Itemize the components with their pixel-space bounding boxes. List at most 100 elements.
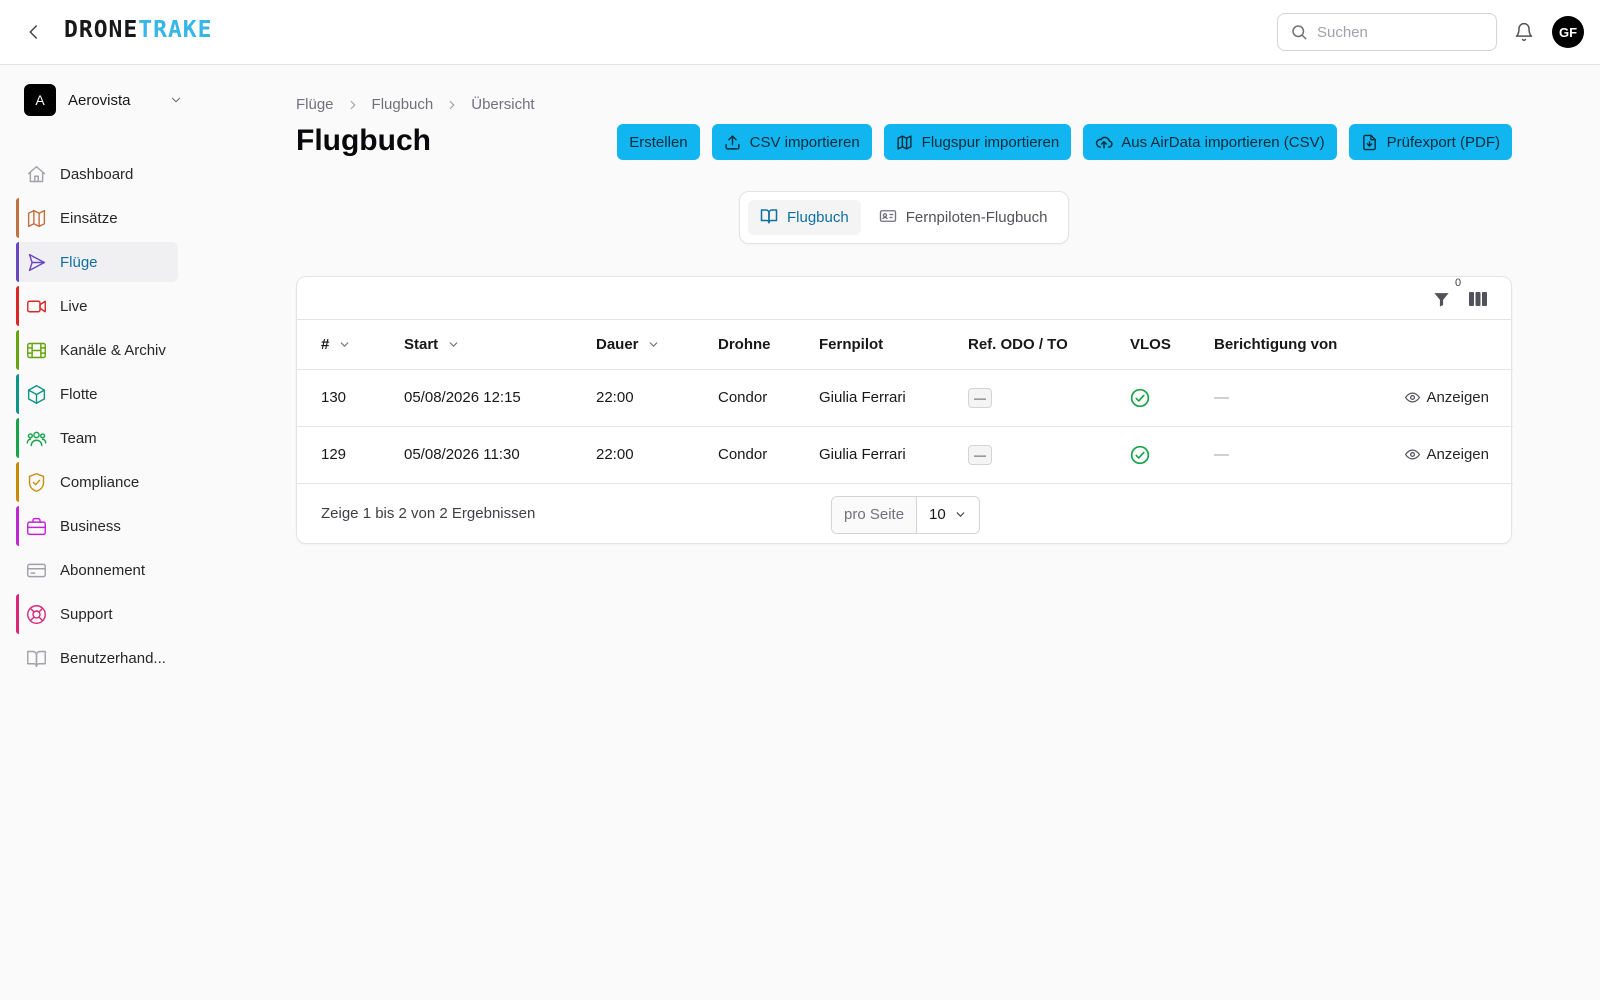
action-toolbar: Erstellen CSV importieren Flugspur impor… [617,124,1512,160]
breadcrumb: Flüge Flugbuch Übersicht [296,96,535,113]
audit-export-label: Prüfexport (PDF) [1386,133,1500,151]
breadcrumb-item-flightlog[interactable]: Flugbuch [372,96,434,113]
map-icon [25,207,47,229]
sidebar-item-flotte[interactable]: Flotte [16,374,178,414]
csv-import-button[interactable]: CSV importieren [711,124,872,160]
shield-check-icon [25,471,47,493]
sidebar-item-benutzerhand[interactable]: Benutzerhand... [16,638,178,678]
cell-start: 05/08/2026 11:30 [404,426,596,484]
table-toolbar: 0 [297,277,1511,320]
view-button[interactable]: Anzeigen [1373,389,1489,406]
video-icon [25,295,47,317]
cell-pilot: Giulia Ferrari [819,426,968,484]
tab-pilot-logbook[interactable]: Fernpiloten-Flugbuch [867,200,1060,235]
table-row[interactable]: 129 05/08/2026 11:30 22:00 Condor Giulia Fer… [297,426,1513,484]
tab-flugbuch[interactable]: Flugbuch [748,200,861,235]
nav-accent-bar [16,330,19,370]
chevron-right-icon [445,98,459,112]
sidebar-item-label: Dashboard [60,165,134,183]
org-switcher[interactable]: A Aerovista [24,84,184,116]
cell-id: 130 [297,369,404,427]
sidebar-item-flüge[interactable]: Flüge [16,242,178,282]
search-box[interactable] [1277,13,1497,51]
filter-button[interactable] [1431,289,1451,309]
cell-id: 129 [297,426,404,484]
flight-table: # Start Dauer Drohne Fernpilot Ref. ODO … [297,320,1513,484]
col-header-id[interactable]: # [297,320,404,370]
cell-correction: — [1214,369,1373,427]
track-import-button[interactable]: Flugspur importieren [883,124,1072,160]
cell-vlos [1130,426,1214,484]
table-row[interactable]: 130 05/08/2026 12:15 22:00 Condor Giulia Fer… [297,369,1513,427]
col-header-drone: Drohne [718,320,819,370]
notifications-button[interactable] [1512,20,1536,44]
create-button[interactable]: Erstellen [617,124,700,160]
columns-button[interactable] [1467,289,1489,309]
org-name: Aerovista [68,91,131,109]
audit-export-button[interactable]: Prüfexport (PDF) [1348,124,1512,160]
breadcrumb-item-flights[interactable]: Flüge [296,96,334,113]
back-button[interactable] [22,20,46,44]
sidebar-item-business[interactable]: Business [16,506,178,546]
search-input[interactable] [1317,23,1487,41]
film-icon [25,339,47,361]
book-open-icon [760,207,778,229]
result-count: Zeige 1 bis 2 von 2 Ergebnissen [321,504,536,522]
sidebar-item-label: Live [60,297,88,315]
col-header-start[interactable]: Start [404,320,596,370]
table-footer: Zeige 1 bis 2 von 2 Ergebnissen pro Seit… [297,484,1511,544]
credit-card-icon [25,559,47,581]
send-icon [25,251,47,273]
cell-duration: 22:00 [596,426,718,484]
cell-actions: Anzeigen [1373,369,1513,427]
search-icon [1292,25,1307,40]
airdata-import-button[interactable]: Aus AirData importieren (CSV) [1083,124,1337,160]
book-icon [25,647,47,669]
sidebar-item-label: Benutzerhand... [60,649,166,667]
sidebar-item-compliance[interactable]: Compliance [16,462,178,502]
ref-empty-badge: — [968,444,992,465]
app-logo[interactable]: DRONETRAKE [64,17,213,43]
sidebar-item-live[interactable]: Live [16,286,178,326]
track-import-label: Flugspur importieren [921,133,1060,151]
col-header-duration[interactable]: Dauer [596,320,718,370]
view-button[interactable]: Anzeigen [1373,446,1489,463]
cell-duration: 22:00 [596,369,718,427]
avatar[interactable]: GF [1552,16,1584,48]
nav-accent-bar [16,418,19,458]
create-button-label: Erstellen [629,133,688,151]
sidebar-nav: Dashboard Einsätze Flüge Live Kanäle & Archi… [16,154,178,682]
filter-icon [1433,292,1449,307]
cell-ref: — [968,369,1130,427]
col-header-ref: Ref. ODO / TO [968,320,1130,370]
sidebar-item-support[interactable]: Support [16,594,178,634]
cell-actions: Anzeigen [1373,426,1513,484]
box-icon [25,383,47,405]
id-card-icon [879,207,897,229]
sidebar-item-label: Flüge [60,253,98,271]
per-page-control[interactable]: pro Seite 10 [831,495,981,534]
sidebar-item-einsätze[interactable]: Einsätze [16,198,178,238]
col-header-pilot: Fernpilot [819,320,968,370]
chevron-down-icon [446,337,460,351]
sidebar-item-team[interactable]: Team [16,418,178,458]
users-icon [25,427,47,449]
chevron-down-icon [956,512,965,517]
cell-pilot: Giulia Ferrari [819,369,968,427]
chevron-left-icon [29,25,37,39]
sidebar-item-abonnement[interactable]: Abonnement [16,550,178,590]
tab-flugbuch-label: Flugbuch [787,209,849,226]
per-page-label: pro Seite [832,496,918,533]
sidebar-item-label: Team [60,429,97,447]
bell-icon [1515,22,1533,42]
sidebar-item-dashboard[interactable]: Dashboard [16,154,178,194]
sidebar-item-kanäle-archiv[interactable]: Kanäle & Archiv [16,330,178,370]
cell-vlos [1130,369,1214,427]
nav-accent-bar [16,198,19,238]
org-badge: A [24,84,56,116]
chevron-down-icon [168,92,184,108]
per-page-select[interactable]: 10 [917,496,980,533]
columns-icon [1469,292,1487,306]
page-title: Flugbuch [296,124,431,157]
nav-accent-bar [16,374,19,414]
